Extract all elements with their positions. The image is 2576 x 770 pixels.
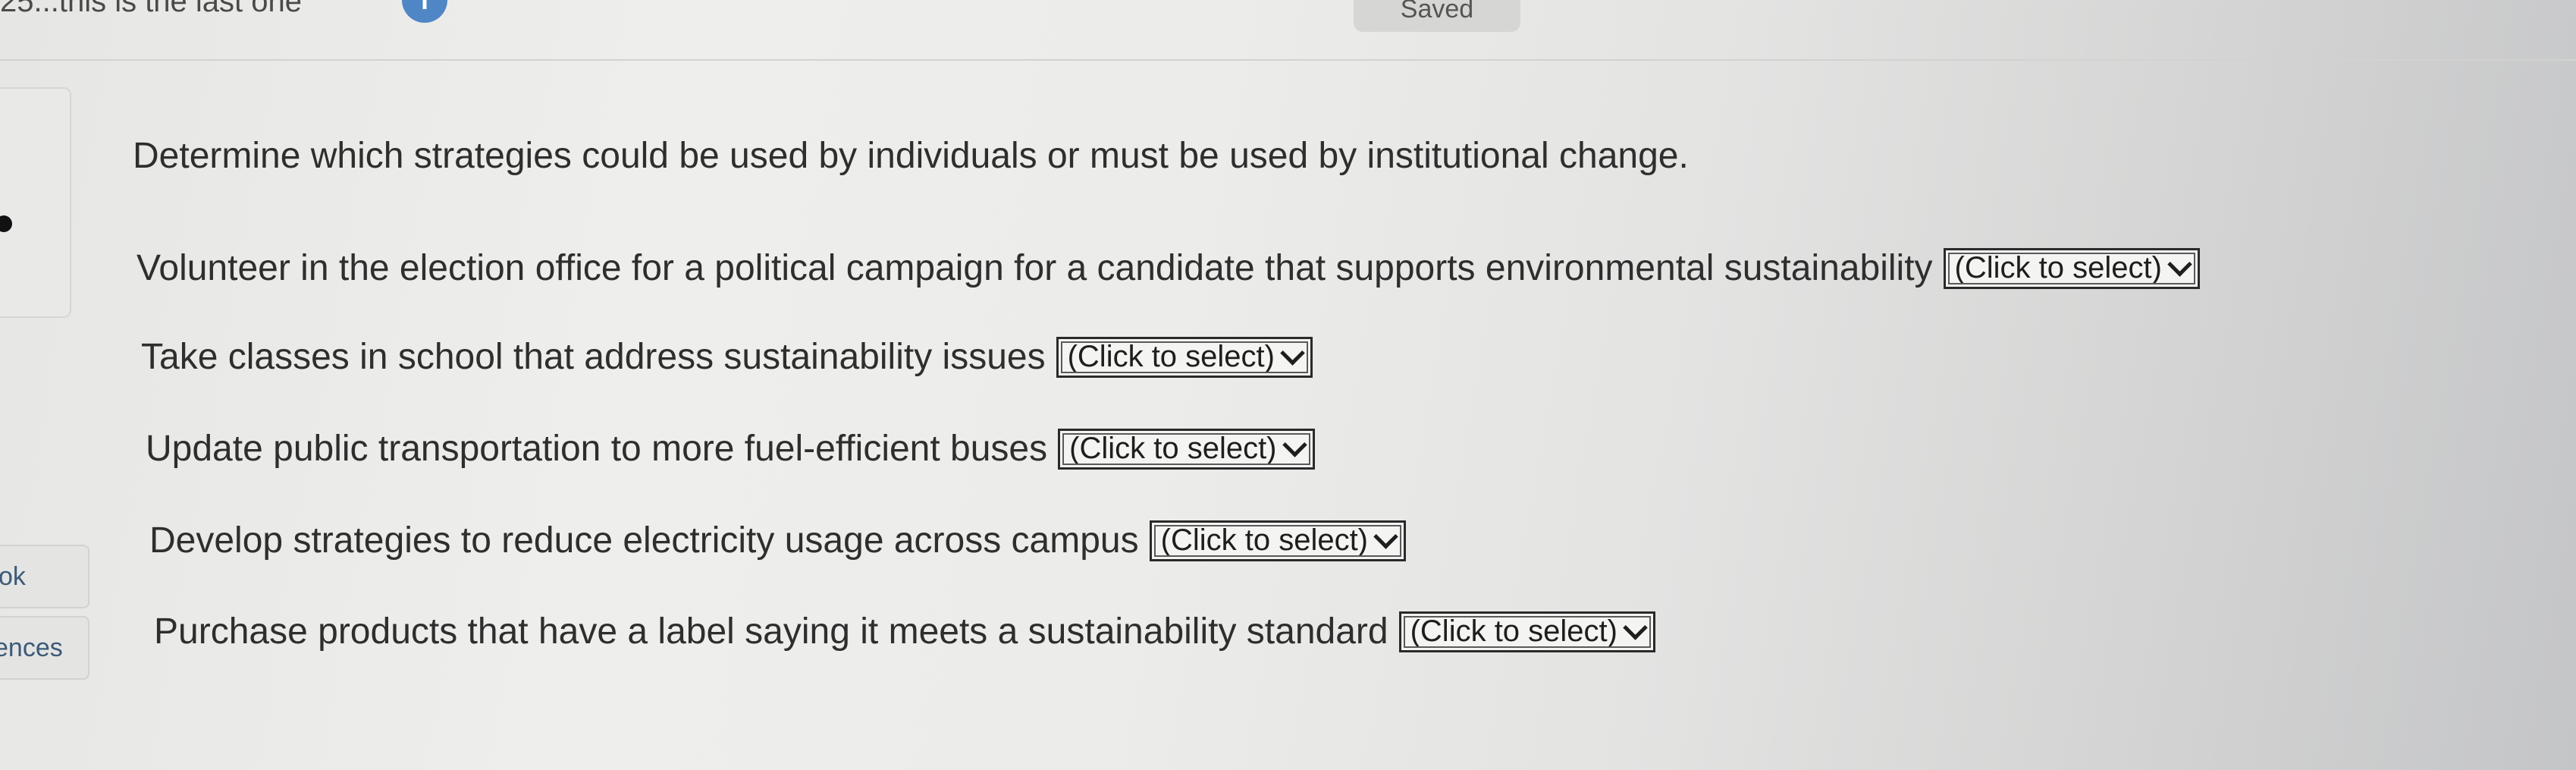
question-title: 25...this is the last one	[0, 0, 303, 18]
answer-select-1[interactable]: (Click to select)	[1943, 247, 2200, 289]
info-icon[interactable]: i	[402, 0, 447, 23]
item-text: Volunteer in the election office for a p…	[136, 248, 1933, 288]
select-label: (Click to select)	[1410, 614, 1617, 648]
top-bar: 25...this is the last one i Saved	[0, 0, 2576, 61]
question-instruction: Determine which strategies could be used…	[133, 136, 1689, 176]
answer-select-4[interactable]: (Click to select)	[1149, 520, 1407, 561]
answer-select-2[interactable]: (Click to select)	[1056, 336, 1313, 378]
item-text: Purchase products that have a label sayi…	[154, 611, 1388, 652]
select-label: (Click to select)	[1069, 432, 1277, 465]
chevron-down-icon	[1623, 615, 1648, 640]
saved-status-badge: Saved	[1354, 0, 1520, 32]
question-item-3: Update public transportation to more fue…	[146, 428, 1315, 470]
question-content: Determine which strategies could be used…	[133, 135, 2408, 177]
question-item-5: Purchase products that have a label sayi…	[154, 611, 1655, 652]
chevron-down-icon	[2167, 252, 2192, 277]
question-item-1: Volunteer in the election office for a p…	[136, 247, 2200, 289]
question-item-4: Develop strategies to reduce electricity…	[149, 520, 1407, 561]
select-label: (Click to select)	[1954, 251, 2162, 284]
item-text: Update public transportation to more fue…	[146, 429, 1048, 469]
item-text: Develop strategies to reduce electricity…	[149, 520, 1139, 561]
sidebar-tab-references[interactable]: ences	[0, 616, 89, 680]
item-text: Take classes in school that address sust…	[141, 337, 1046, 377]
chevron-down-icon	[1282, 432, 1307, 457]
answer-select-3[interactable]: (Click to select)	[1058, 428, 1315, 470]
select-label: (Click to select)	[1160, 523, 1369, 557]
left-panel	[0, 87, 71, 318]
select-label: (Click to select)	[1067, 340, 1275, 373]
sidebar-tab-ebook[interactable]: ok	[0, 545, 89, 608]
question-item-2: Take classes in school that address sust…	[141, 336, 1313, 378]
chevron-down-icon	[1373, 524, 1398, 549]
answer-select-5[interactable]: (Click to select)	[1398, 611, 1655, 652]
chevron-down-icon	[1280, 341, 1305, 366]
